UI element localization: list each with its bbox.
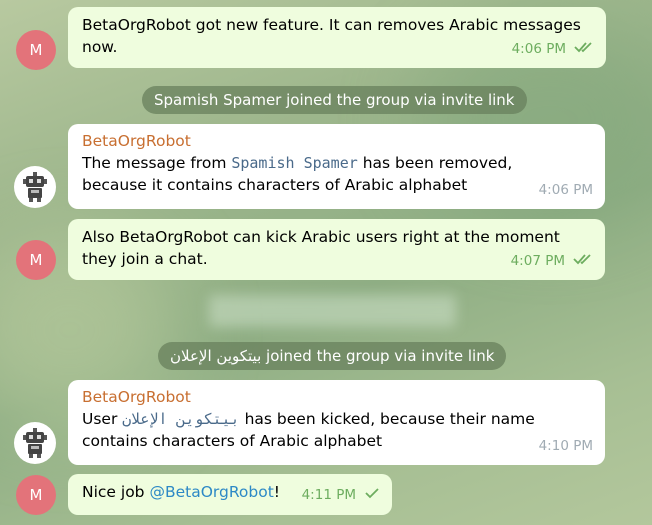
service-text: joined the group via invite link — [261, 347, 495, 365]
service-message: Spamish Spamer joined the group via invi… — [142, 86, 527, 114]
double-check-icon — [574, 38, 594, 60]
message-time: 4:10 PM — [538, 438, 593, 454]
message-meta: 4:07 PM — [511, 250, 593, 272]
sender-name[interactable]: BetaOrgRobot — [82, 387, 591, 408]
message-bubble[interactable]: Also BetaOrgRobot can kick Arabic users … — [68, 219, 605, 280]
avatar[interactable]: M — [16, 30, 56, 70]
message-meta: 4:06 PM — [539, 179, 593, 201]
message-time: 4:11 PM — [301, 487, 356, 503]
message-time: 4:06 PM — [538, 182, 593, 198]
avatar-letter: M — [29, 41, 43, 59]
avatar[interactable]: M — [16, 240, 56, 280]
avatar-letter: M — [29, 486, 43, 504]
message-text: User بيتكوين الإعلان has been kicked, be… — [82, 408, 591, 452]
text-part: Nice job — [82, 483, 150, 501]
blurred-content — [209, 295, 456, 327]
avatar-letter: M — [29, 251, 43, 269]
robot-icon[interactable] — [14, 422, 56, 464]
text-part: User — [82, 410, 123, 428]
message-meta: 4:10 PM — [539, 435, 593, 457]
user-name-code: بيتكوين الإعلان — [122, 410, 240, 428]
message-time: 4:06 PM — [511, 41, 566, 57]
text-part: ! — [273, 483, 281, 501]
double-check-icon — [573, 250, 593, 272]
avatar[interactable]: M — [16, 475, 56, 515]
text-part: The message from — [82, 154, 232, 172]
single-check-icon — [364, 484, 380, 506]
message-meta: 4:11 PM — [302, 484, 380, 506]
message-bubble[interactable]: BetaOrgRobot The message from Spamish Sp… — [68, 124, 605, 209]
message-text: The message from Spamish Spamer has been… — [82, 152, 591, 196]
message-bubble[interactable]: BetaOrgRobot User بيتكوين الإعلان has be… — [68, 380, 605, 465]
robot-icon[interactable] — [14, 166, 56, 208]
service-text: Spamish Spamer joined the group via invi… — [154, 91, 515, 109]
mention-link[interactable]: @BetaOrgRobot — [149, 483, 273, 501]
message-meta: 4:06 PM — [512, 38, 594, 60]
sender-name[interactable]: BetaOrgRobot — [82, 131, 591, 152]
service-user-name: بيتكوين الإعلان — [170, 347, 262, 365]
message-bubble[interactable]: BetaOrgRobot got new feature. It can rem… — [68, 7, 606, 68]
message-bubble[interactable]: Nice job @BetaOrgRobot! 4:11 PM — [68, 474, 392, 515]
service-message: بيتكوين الإعلان joined the group via inv… — [158, 342, 507, 370]
user-name-code: Spamish Spamer — [231, 154, 358, 172]
message-time: 4:07 PM — [510, 253, 565, 269]
